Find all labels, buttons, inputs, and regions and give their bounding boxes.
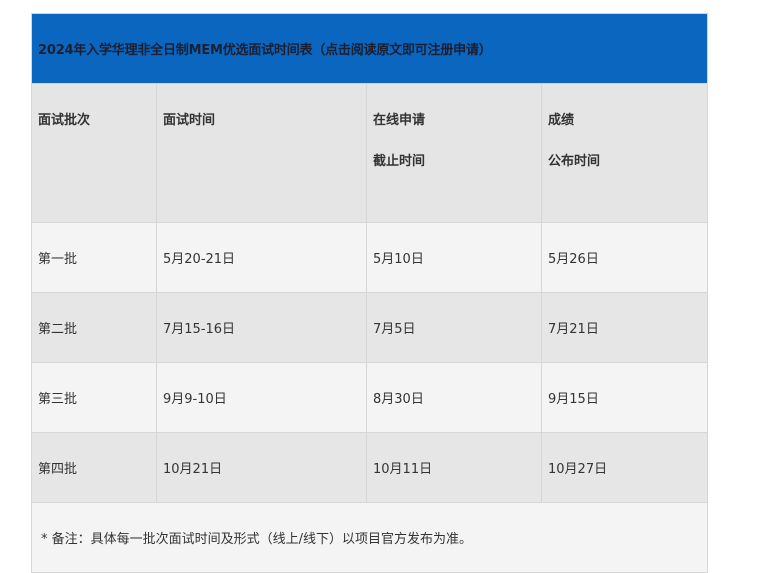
header-interview-time: 面试时间 — [156, 83, 367, 223]
header-result-release: 成绩 公布时间 — [540, 83, 709, 223]
interview-time-cell: 5月20-21日 — [156, 222, 367, 293]
header-interview-time-label: 面试时间 — [163, 113, 216, 128]
title-row: 2024年入学华理非全日制MEM优选面试时间表（点击阅读原文即可注册申请） — [30, 13, 709, 84]
header-row: 面试批次 面试时间 在线申请 截止时间 成绩 公布时间 — [31, 83, 709, 223]
header-result-release-line2: 公布时间 — [548, 154, 601, 169]
header-result-release-line1: 成绩 — [548, 113, 575, 128]
deadline-cell: 8月30日 — [366, 362, 542, 433]
batch-cell: 第四批 — [31, 432, 157, 503]
table-row: 第三批 9月9-10日 8月30日 9月15日 — [31, 362, 709, 433]
table-row: 第二批 7月15-16日 7月5日 7月21日 — [31, 292, 709, 363]
deadline-cell: 7月5日 — [366, 292, 542, 363]
batch-cell: 第二批 — [31, 292, 157, 363]
header-application-deadline-line1: 在线申请 — [373, 113, 426, 128]
table-title[interactable]: 2024年入学华理非全日制MEM优选面试时间表（点击阅读原文即可注册申请） — [30, 13, 709, 84]
table-row: 第四批 10月21日 10月11日 10月27日 — [31, 432, 709, 503]
interview-time-cell: 9月9-10日 — [156, 362, 367, 433]
interview-time-cell: 10月21日 — [156, 432, 367, 503]
result-date-cell: 10月27日 — [540, 432, 709, 503]
note-row: * 备注：具体每一批次面试时间及形式（线上/线下）以项目官方发布为准。 — [30, 502, 709, 573]
interview-schedule-table: 2024年入学华理非全日制MEM优选面试时间表（点击阅读原文即可注册申请） 面试… — [30, 13, 709, 573]
result-date-cell: 5月26日 — [540, 222, 709, 293]
batch-cell: 第三批 — [31, 362, 157, 433]
result-date-cell: 9月15日 — [540, 362, 709, 433]
result-date-cell: 7月21日 — [540, 292, 709, 363]
header-application-deadline: 在线申请 截止时间 — [366, 83, 542, 223]
header-application-deadline-line2: 截止时间 — [373, 154, 426, 169]
table-row: 第一批 5月20-21日 5月10日 5月26日 — [31, 222, 709, 293]
batch-cell: 第一批 — [31, 222, 157, 293]
header-batch-label: 面试批次 — [38, 113, 91, 128]
table-note: * 备注：具体每一批次面试时间及形式（线上/线下）以项目官方发布为准。 — [30, 502, 709, 573]
interview-time-cell: 7月15-16日 — [156, 292, 367, 363]
deadline-cell: 5月10日 — [366, 222, 542, 293]
deadline-cell: 10月11日 — [366, 432, 542, 503]
header-batch: 面试批次 — [31, 83, 157, 223]
